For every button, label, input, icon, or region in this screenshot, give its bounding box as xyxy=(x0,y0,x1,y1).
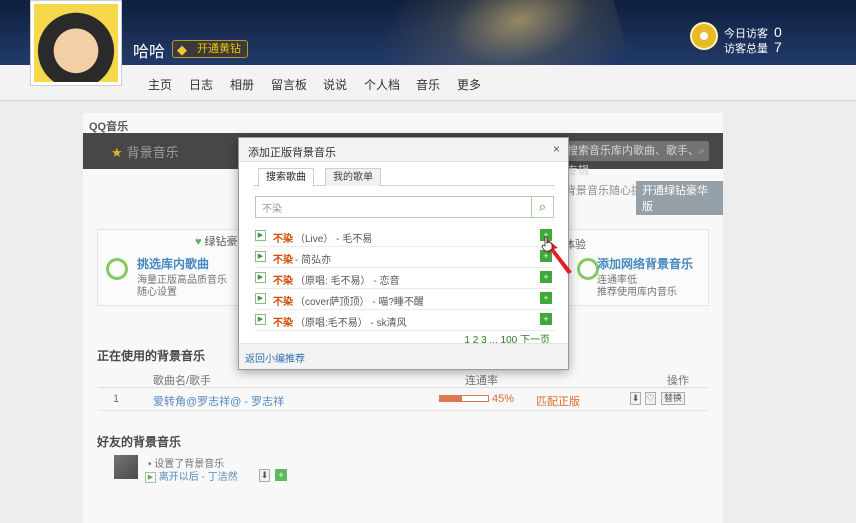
result-title[interactable]: 不染 xyxy=(273,230,293,245)
tab-my-playlist[interactable]: 我的歌单 xyxy=(325,168,381,186)
song-search-input[interactable] xyxy=(256,197,531,217)
result-title[interactable]: 不染 xyxy=(273,251,293,266)
diamond-icon: ◆ xyxy=(177,42,187,57)
search-icon[interactable]: ⌕ xyxy=(531,197,553,217)
back-to-recommend-link[interactable]: 返回小编推荐 xyxy=(245,350,305,365)
play-icon[interactable]: ▶ xyxy=(255,230,266,241)
result-title[interactable]: 不染 xyxy=(273,293,293,308)
result-extra: （cover萨顶顶） - 喵?睡不醒 xyxy=(295,297,424,308)
list-item[interactable]: ▶ 不染 （原唱: 毛不易） - 恋音 + xyxy=(255,268,556,289)
add-song-icon[interactable]: + xyxy=(540,313,552,325)
nav-profile[interactable]: 个人档 xyxy=(364,76,400,93)
hand-cursor-icon xyxy=(541,236,553,252)
nav-home[interactable]: 主页 xyxy=(148,76,172,93)
visits-today-count: 0 xyxy=(774,24,782,40)
close-icon[interactable]: × xyxy=(553,142,560,156)
header-background-art xyxy=(365,0,635,65)
song-search-box: ⌕ xyxy=(255,196,554,218)
nav-more[interactable]: 更多 xyxy=(457,76,481,93)
play-icon[interactable]: ▶ xyxy=(255,272,266,283)
visitor-stats[interactable]: 今日访客 0 访客总量 7 xyxy=(690,22,830,58)
result-title[interactable]: 不染 xyxy=(273,314,293,329)
result-extra: （原唱:毛不易） - sk清风 xyxy=(295,318,407,329)
list-item[interactable]: ▶ 不染 （Live） - 毛不易 + xyxy=(255,226,556,247)
nav-album[interactable]: 相册 xyxy=(230,76,254,93)
nav-blog[interactable]: 日志 xyxy=(189,76,213,93)
tab-search-songs[interactable]: 搜索歌曲 xyxy=(258,168,314,187)
nav-guestbook[interactable]: 留言板 xyxy=(271,76,307,93)
play-icon[interactable]: ▶ xyxy=(255,293,266,304)
dialog-title: 添加正版背景音乐 xyxy=(248,147,336,159)
visitor-badge-icon xyxy=(690,22,718,50)
avatar[interactable] xyxy=(30,0,122,86)
visits-total: 访客总量 7 xyxy=(724,39,782,56)
visits-total-count: 7 xyxy=(774,39,782,55)
username[interactable]: 哈哈 xyxy=(133,38,165,62)
add-song-icon[interactable]: + xyxy=(540,292,552,304)
dialog-tabs: 搜索歌曲 我的歌单 xyxy=(254,168,554,187)
play-icon[interactable]: ▶ xyxy=(255,314,266,325)
dialog-header: 添加正版背景音乐 × xyxy=(239,138,568,162)
play-icon[interactable]: ▶ xyxy=(255,251,266,262)
result-extra: - 简弘亦 xyxy=(295,255,332,266)
main-nav: 主页 日志 相册 留言板 说说 个人档 音乐 更多 xyxy=(0,65,856,101)
list-item[interactable]: ▶ 不染 - 简弘亦 + xyxy=(255,247,556,268)
result-extra: （原唱: 毛不易） - 恋音 xyxy=(295,276,400,287)
dialog-footer: 返回小编推荐 xyxy=(239,343,568,369)
nav-shuoshuo[interactable]: 说说 xyxy=(323,76,347,93)
list-item[interactable]: ▶ 不染 （cover萨顶顶） - 喵?睡不醒 + xyxy=(255,289,556,310)
list-item[interactable]: ▶ 不染 （原唱:毛不易） - sk清风 + xyxy=(255,310,556,331)
open-vip-label: 开通黄钻 xyxy=(197,43,241,55)
add-music-dialog: 添加正版背景音乐 × 搜索歌曲 我的歌单 ⌕ ▶ 不染 （Live） - 毛不易… xyxy=(238,137,569,370)
nav-music[interactable]: 音乐 xyxy=(416,76,440,93)
result-title[interactable]: 不染 xyxy=(273,272,293,287)
open-vip-button[interactable]: ◆ 开通黄钻 xyxy=(172,40,248,58)
result-extra: （Live） - 毛不易 xyxy=(295,234,373,245)
avatar-image xyxy=(34,4,118,82)
visits-total-label: 访客总量 xyxy=(724,43,768,55)
